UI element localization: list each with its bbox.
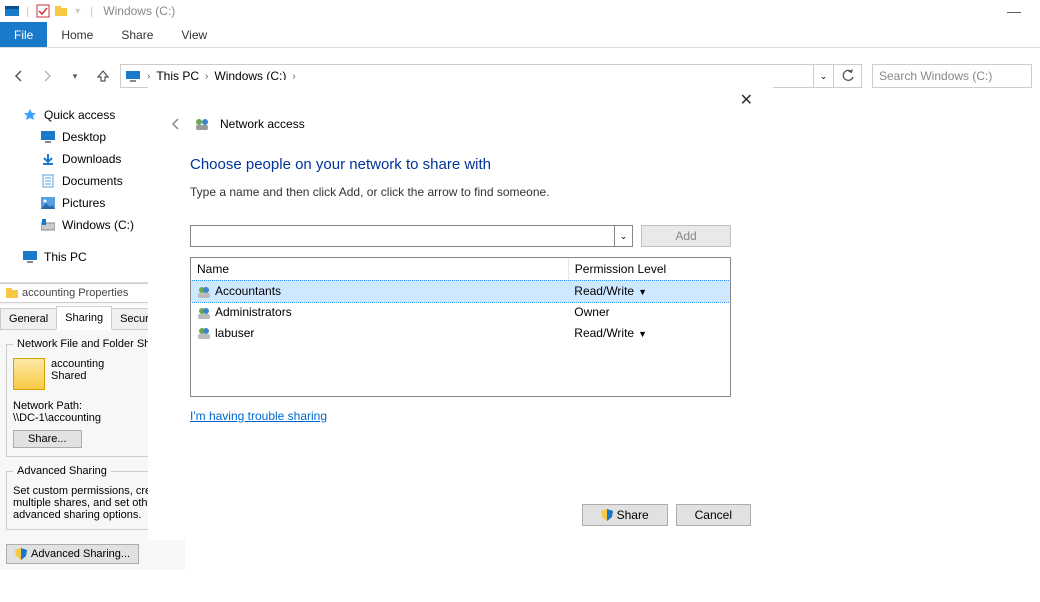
- tab-home[interactable]: Home: [47, 22, 107, 47]
- network-access-icon: [194, 116, 210, 132]
- sidebar-item-label: This PC: [44, 250, 87, 264]
- tab-file[interactable]: File: [0, 22, 47, 47]
- cell-name: Accountants: [191, 281, 568, 302]
- explorer-icon: [4, 3, 20, 19]
- window-titlebar: | ▾ | Windows (C:) —: [0, 0, 1040, 22]
- folder-small-icon: [6, 288, 18, 298]
- chevron-down-icon[interactable]: ▼: [638, 287, 647, 297]
- sidebar-item-label: Documents: [62, 174, 123, 188]
- cell-name: Administrators: [191, 302, 568, 323]
- share-list: Name Permission Level AccountantsRead/Wr…: [190, 257, 731, 397]
- user-icon: [197, 285, 211, 299]
- ribbon-tabs: File Home Share View: [0, 22, 1040, 48]
- dialog-heading: Choose people on your network to share w…: [190, 156, 731, 173]
- dialog-cancel-button[interactable]: Cancel: [676, 504, 751, 526]
- cell-permission: Owner: [568, 302, 730, 323]
- search-placeholder: Search Windows (C:): [879, 69, 992, 83]
- star-icon: [22, 107, 38, 123]
- properties-qat-icon[interactable]: [35, 3, 51, 19]
- search-input[interactable]: Search Windows (C:): [872, 64, 1032, 88]
- download-icon: [40, 151, 56, 167]
- sidebar-item-label: Quick access: [44, 108, 115, 122]
- folder-qat-icon[interactable]: [53, 3, 69, 19]
- share-button[interactable]: Share...: [13, 430, 82, 448]
- shield-icon: [601, 509, 613, 521]
- trouble-sharing-link[interactable]: I'm having trouble sharing: [190, 409, 327, 423]
- window-title: Windows (C:): [103, 4, 175, 18]
- window-minimize-button[interactable]: —: [1000, 3, 1028, 19]
- tab-view[interactable]: View: [167, 22, 221, 47]
- name-input[interactable]: [191, 226, 614, 246]
- user-icon: [197, 306, 211, 320]
- name-combo[interactable]: ⌄: [190, 225, 633, 247]
- documents-icon: [40, 173, 56, 189]
- nav-forward-button[interactable]: [36, 65, 58, 87]
- cell-permission[interactable]: Read/Write▼: [568, 323, 730, 344]
- dialog-back-button[interactable]: [168, 116, 184, 132]
- pc-icon: [22, 249, 38, 265]
- table-row[interactable]: AccountantsRead/Write▼: [191, 281, 730, 302]
- table-row[interactable]: labuserRead/Write▼: [191, 323, 730, 344]
- desktop-icon: [40, 129, 56, 145]
- tab-general[interactable]: General: [0, 308, 57, 329]
- close-button[interactable]: ✕: [740, 90, 753, 110]
- group-label: Network File and Folder Sh: [13, 338, 154, 350]
- chevron-down-icon[interactable]: ▼: [638, 329, 647, 339]
- button-label: Share: [617, 508, 649, 522]
- nav-history-dropdown[interactable]: ▾: [64, 65, 86, 87]
- pc-icon: [125, 69, 145, 83]
- nav-up-button[interactable]: [92, 65, 114, 87]
- refresh-button[interactable]: [834, 64, 862, 88]
- table-row[interactable]: AdministratorsOwner: [191, 302, 730, 323]
- network-access-dialog: ✕ Network access Choose people on your n…: [148, 80, 773, 540]
- shield-icon: [15, 548, 27, 560]
- nav-back-button[interactable]: [8, 65, 30, 87]
- pictures-icon: [40, 195, 56, 211]
- dialog-title: Network access: [220, 117, 305, 131]
- properties-title: accounting Properties: [22, 287, 128, 299]
- cell-permission[interactable]: Read/Write▼: [568, 281, 730, 302]
- user-icon: [197, 326, 211, 340]
- button-label: Advanced Sharing...: [31, 548, 130, 560]
- cell-name: labuser: [191, 323, 568, 344]
- advanced-sharing-button[interactable]: Advanced Sharing...: [6, 544, 139, 564]
- dialog-share-button[interactable]: Share: [582, 504, 668, 526]
- combo-dropdown-button[interactable]: ⌄: [614, 226, 632, 246]
- sidebar-item-label: Pictures: [62, 196, 105, 210]
- sidebar-item-label: Desktop: [62, 130, 106, 144]
- col-permission[interactable]: Permission Level: [568, 258, 730, 281]
- drive-icon: [40, 217, 56, 233]
- group-label: Advanced Sharing: [13, 465, 111, 477]
- sidebar-item-label: Windows (C:): [62, 218, 134, 232]
- folder-large-icon: [13, 358, 45, 390]
- dialog-subtext: Type a name and then click Add, or click…: [190, 185, 731, 199]
- sidebar-item-label: Downloads: [62, 152, 121, 166]
- tab-share[interactable]: Share: [107, 22, 167, 47]
- col-name[interactable]: Name: [191, 258, 568, 281]
- tab-sharing[interactable]: Sharing: [56, 306, 112, 330]
- address-dropdown-button[interactable]: ⌄: [814, 64, 834, 88]
- add-button[interactable]: Add: [641, 225, 731, 247]
